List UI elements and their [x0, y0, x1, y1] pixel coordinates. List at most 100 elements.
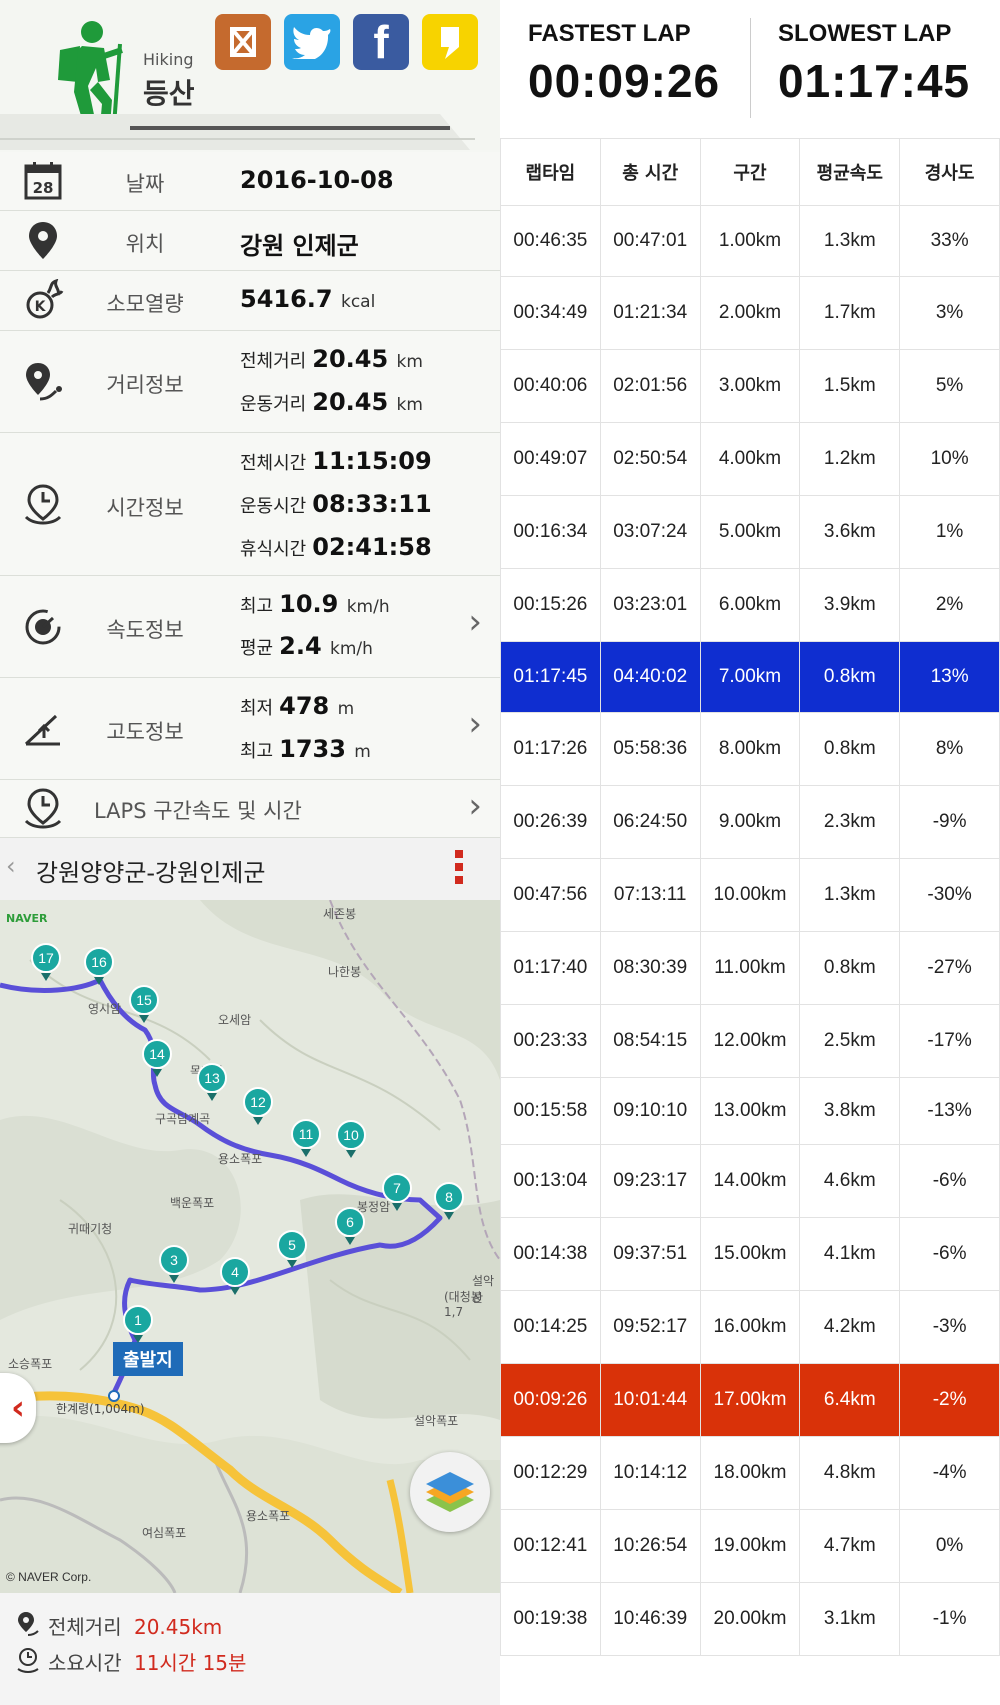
lap-marker-number: 13	[204, 1070, 220, 1086]
lap-marker-number: 7	[393, 1180, 401, 1196]
distance-pin-icon	[18, 1612, 39, 1636]
lap-marker-number: 12	[250, 1094, 266, 1110]
info-row-altitude[interactable]: 고도정보 최저 478 m 최고 1733 m ›	[0, 678, 500, 780]
slope-cell: -17%	[899, 1004, 1000, 1078]
time-total-label: 전체시간	[240, 453, 307, 474]
slope-cell: -4%	[899, 1436, 1000, 1510]
twitter-icon	[292, 27, 331, 59]
slope-cell: 2%	[899, 568, 1000, 642]
total-time-cell: 07:13:11	[599, 858, 701, 932]
altitude-min-unit: m	[337, 699, 355, 719]
lap-marker[interactable]: 7	[382, 1173, 412, 1211]
lap-marker[interactable]: 1	[123, 1305, 153, 1343]
lap-marker[interactable]: 16	[84, 947, 114, 985]
calendar-icon: 28	[24, 162, 62, 200]
lap-marker[interactable]: 3	[159, 1245, 189, 1283]
column-header-lap-time: 랩타임	[500, 138, 601, 206]
speed-avg-value: 2.4	[279, 632, 322, 660]
date-value: 2016-10-08	[240, 166, 394, 194]
lap-marker[interactable]: 11	[291, 1119, 321, 1157]
altitude-chevron-right-icon: ›	[468, 704, 482, 744]
lap-marker[interactable]: 15	[129, 985, 159, 1023]
section-cell: 20.00km	[699, 1582, 801, 1656]
facebook-icon: f	[373, 16, 389, 68]
time-rest-label: 휴식시간	[240, 539, 307, 560]
slowest-lap-box: SLOWEST LAP 01:17:45	[778, 20, 970, 108]
summary-divider	[750, 18, 751, 118]
lap-marker[interactable]: 17	[31, 943, 61, 981]
slope-cell: -9%	[899, 785, 1000, 859]
avg-speed-cell: 4.2km	[799, 1290, 901, 1364]
laps-clock-icon	[24, 788, 62, 829]
total-time-cell: 09:37:51	[599, 1217, 701, 1291]
info-row-speed[interactable]: 속도정보 최고 10.9 km/h 평균 2.4 km/h ›	[0, 576, 500, 678]
lap-marker-tail	[253, 1117, 263, 1125]
lap-marker[interactable]: 13	[197, 1063, 227, 1101]
altitude-max-value: 1733	[279, 735, 346, 763]
map-more-menu-icon[interactable]	[455, 850, 463, 884]
time-clock-icon	[24, 484, 62, 525]
total-time-cell: 04:40:02	[599, 641, 701, 713]
lap-marker[interactable]: 10	[336, 1120, 366, 1158]
altitude-slope-icon	[24, 714, 60, 746]
laps-summary: FASTEST LAP 00:09:26 SLOWEST LAP 01:17:4…	[500, 0, 1000, 138]
lap-time-cell: 00:16:34	[500, 495, 601, 569]
table-row: 00:15:58 09:10:10 13.00km 3.8km -13%	[500, 1077, 1000, 1145]
calendar-day: 28	[33, 179, 54, 197]
section-cell: 14.00km	[699, 1144, 801, 1218]
total-time-cell: 10:26:54	[599, 1509, 701, 1583]
map-copyright: © NAVER Corp.	[6, 1570, 92, 1584]
avg-speed-cell: 4.1km	[799, 1217, 901, 1291]
table-row: 00:09:26 10:01:44 17.00km 6.4km -2%	[500, 1363, 1000, 1437]
place-label: (대청봉1,7	[444, 1290, 482, 1319]
section-cell: 8.00km	[699, 712, 801, 786]
slope-cell: 10%	[899, 422, 1000, 496]
lap-time-cell: 00:26:39	[500, 785, 601, 859]
distance-total-unit: km	[396, 352, 423, 372]
map-summary-footer: 전체거리 20.45km 소요시간 11시간 15분	[0, 1593, 500, 1705]
distance-move-wrap: 운동거리 20.45 km	[240, 388, 423, 416]
laps-chevron-right-icon: ›	[468, 786, 482, 826]
table-row: 00:12:29 10:14:12 18.00km 4.8km -4%	[500, 1436, 1000, 1510]
share-kakaostory-button[interactable]	[215, 14, 271, 70]
svg-text:K: K	[35, 299, 47, 315]
location-pin-icon	[29, 222, 57, 259]
lap-marker[interactable]: 12	[243, 1087, 273, 1125]
place-label: 소승폭포	[8, 1357, 53, 1371]
location-value: 강원 인제군	[240, 232, 359, 260]
slope-cell: 33%	[899, 205, 1000, 277]
lap-marker-tail	[152, 1069, 162, 1077]
lap-marker-tail	[287, 1260, 297, 1268]
fastest-lap-label: FASTEST LAP	[528, 20, 691, 47]
place-label: 영시암	[88, 1002, 122, 1016]
time-move-value: 08:33:11	[312, 490, 432, 518]
lap-time-cell: 00:40:06	[500, 349, 601, 423]
footer-time-value: 11시간 15분	[133, 1651, 247, 1675]
laps-link-row[interactable]: LAPS 구간속도 및 시간 ›	[0, 780, 500, 838]
map-back-chevron-icon[interactable]: ‹	[6, 852, 16, 880]
lap-marker[interactable]: 8	[434, 1182, 464, 1220]
lap-marker[interactable]: 14	[142, 1039, 172, 1077]
section-cell: 4.00km	[699, 422, 801, 496]
lap-marker[interactable]: 4	[220, 1257, 250, 1295]
time-rest-value: 02:41:58	[312, 533, 432, 561]
route-map[interactable]: NAVER 세존봉 나한봉 오세암 영시암 목녀봉 구곡담계곡 용소폭포 봉정암…	[0, 900, 500, 1593]
total-time-cell: 03:07:24	[599, 495, 701, 569]
share-twitter-button[interactable]	[284, 14, 340, 70]
share-facebook-button[interactable]: f	[353, 14, 409, 70]
distance-total-label: 전체거리	[240, 351, 307, 372]
lap-marker-number: 15	[136, 992, 152, 1008]
speedometer-icon	[25, 609, 61, 645]
speed-max-value: 10.9	[279, 590, 339, 618]
section-cell: 10.00km	[699, 858, 801, 932]
lap-time-cell: 00:14:25	[500, 1290, 601, 1364]
avg-speed-cell: 4.7km	[799, 1509, 901, 1583]
total-time-cell: 10:14:12	[599, 1436, 701, 1510]
table-row: 01:17:45 04:40:02 7.00km 0.8km 13%	[500, 641, 1000, 713]
section-cell: 16.00km	[699, 1290, 801, 1364]
lap-marker-tail	[41, 973, 51, 981]
share-talk-button[interactable]	[422, 14, 478, 70]
map-layers-button[interactable]	[410, 1452, 490, 1532]
lap-marker[interactable]: 6	[335, 1207, 365, 1245]
lap-marker[interactable]: 5	[277, 1230, 307, 1268]
